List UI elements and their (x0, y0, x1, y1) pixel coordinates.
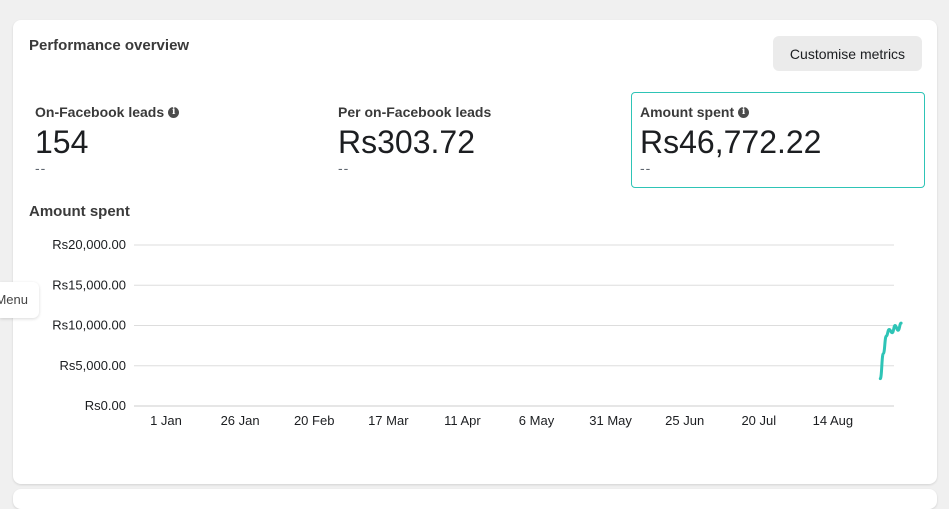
side-menu-label: Menu (0, 292, 28, 307)
x-tick-label: 17 Mar (368, 413, 409, 428)
y-tick-label: Rs15,000.00 (52, 277, 126, 292)
x-tick-label: 25 Jun (665, 413, 704, 428)
x-tick-label: 31 May (589, 413, 632, 428)
series-line (878, 321, 903, 381)
amount-spent-line-chart: Rs0.00 Rs5,000.00 Rs10,000.00 Rs15,000.00 Rs… (52, 237, 903, 428)
y-tick-label: Rs5,000.00 (60, 358, 127, 373)
y-tick-label: Rs20,000.00 (52, 237, 126, 252)
x-tick-label: 26 Jan (221, 413, 260, 428)
x-tick-label: 6 May (519, 413, 555, 428)
x-tick-label: 1 Jan (150, 413, 182, 428)
performance-overview-card: Performance overview Customise metrics O… (13, 20, 937, 484)
x-tick-label: 11 Apr (444, 413, 481, 428)
y-tick-label: Rs10,000.00 (52, 318, 126, 333)
x-tick-label: 14 Aug (813, 413, 854, 428)
next-card (13, 489, 937, 509)
x-tick-label: 20 Jul (741, 413, 776, 428)
x-tick-label: 20 Feb (294, 413, 334, 428)
y-tick-label: Rs0.00 (85, 398, 126, 413)
side-menu-tab[interactable]: Menu (0, 282, 39, 318)
